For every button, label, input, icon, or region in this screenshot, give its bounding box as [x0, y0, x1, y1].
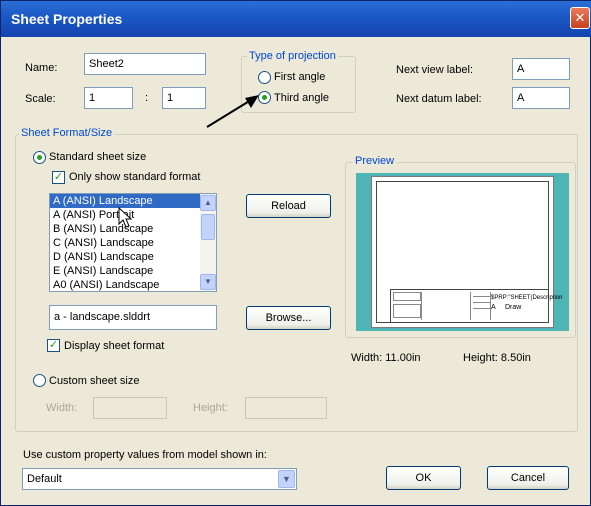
sheet-size-item[interactable]: A0 (ANSI) Landscape: [50, 278, 216, 291]
cancel-button[interactable]: Cancel: [487, 466, 569, 490]
sheet-size-item[interactable]: B (ANSI) Landscape: [50, 222, 216, 236]
only-standard-label: Only show standard format: [69, 171, 201, 183]
sheet-size-item[interactable]: D (ANSI) Landscape: [50, 250, 216, 264]
custom-width-label: Width:: [46, 402, 78, 414]
custom-size-radio[interactable]: [33, 374, 46, 387]
ok-button[interactable]: OK: [386, 466, 461, 490]
preview-sheet: $PRP:"SHEET(Description A Draw: [371, 176, 562, 328]
dialog-title: Sheet Properties: [11, 11, 123, 27]
scale-denominator-input[interactable]: 1: [162, 87, 206, 109]
display-format-label: Display sheet format: [64, 340, 165, 352]
name-input[interactable]: Sheet2: [84, 53, 206, 75]
first-angle-label: First angle: [274, 71, 326, 83]
sheet-size-item[interactable]: A (ANSI) Landscape: [50, 194, 216, 208]
preview-pane: $PRP:"SHEET(Description A Draw: [356, 173, 569, 331]
projection-group-title: Type of projection: [247, 50, 338, 62]
next-datum-label: Next datum label:: [396, 93, 482, 105]
first-angle-radio[interactable]: [258, 71, 271, 84]
custom-property-value: Default: [27, 473, 62, 485]
sheet-size-item[interactable]: E (ANSI) Landscape: [50, 264, 216, 278]
scroll-down-icon[interactable]: ▼: [200, 274, 216, 290]
browse-button[interactable]: Browse...: [246, 306, 331, 330]
chevron-down-icon[interactable]: ▼: [278, 470, 295, 488]
scale-label: Scale:: [25, 93, 56, 105]
close-icon: ✕: [574, 10, 586, 25]
custom-property-select[interactable]: Default ▼: [22, 468, 297, 490]
title-bar: Sheet Properties: [1, 1, 591, 37]
reload-button[interactable]: Reload: [246, 194, 331, 218]
only-standard-checkbox[interactable]: ✓: [52, 171, 65, 184]
name-label: Name:: [25, 62, 58, 74]
sheet-size-item[interactable]: C (ANSI) Landscape: [50, 236, 216, 250]
scale-separator: :: [145, 92, 149, 104]
sheet-properties-dialog: Sheet Properties ✕ Name: Sheet2 Scale: 1…: [0, 0, 591, 506]
custom-height-label: Height:: [193, 402, 228, 414]
next-view-label: Next view label:: [396, 64, 474, 76]
standard-size-radio[interactable]: [33, 151, 46, 164]
preview-title-block: $PRP:"SHEET(Description A Draw: [390, 289, 562, 323]
next-view-input[interactable]: A: [512, 58, 570, 80]
sheet-size-list[interactable]: A (ANSI) Landscape A (ANSI) Portrait B (…: [49, 193, 217, 292]
sheet-format-group-title: Sheet Format/Size: [19, 127, 115, 139]
third-angle-label: Third angle: [274, 92, 330, 104]
sheet-size-scrollbar[interactable]: ▲ ▼: [200, 194, 216, 291]
sheet-size-item[interactable]: A (ANSI) Portrait: [50, 208, 216, 222]
scroll-thumb[interactable]: [201, 214, 215, 240]
preview-width-text: Width: 11.00in: [351, 352, 421, 364]
preview-group-title: Preview: [353, 155, 397, 167]
next-datum-input[interactable]: A: [512, 87, 570, 109]
preview-draw-text: Draw: [505, 304, 522, 311]
display-format-checkbox[interactable]: ✓: [47, 339, 60, 352]
close-button[interactable]: ✕: [570, 7, 590, 29]
standard-size-label: Standard sheet size: [49, 151, 147, 163]
preview-height-text: Height: 8.50in: [463, 352, 531, 364]
preview-sheet-letter: A: [491, 304, 496, 311]
format-file-input[interactable]: a - landscape.slddrt: [49, 305, 217, 330]
custom-height-input[interactable]: [245, 397, 327, 419]
annotation-arrow-icon: [206, 95, 259, 128]
scroll-up-icon[interactable]: ▲: [200, 195, 216, 211]
custom-size-label: Custom sheet size: [49, 375, 140, 387]
preview-description-text: $PRP:"SHEET(Description: [491, 295, 563, 301]
scale-numerator-input[interactable]: 1: [84, 87, 133, 109]
mouse-cursor-icon: [118, 207, 132, 228]
custom-width-input[interactable]: [93, 397, 167, 419]
custom-property-label: Use custom property values from model sh…: [23, 449, 267, 461]
